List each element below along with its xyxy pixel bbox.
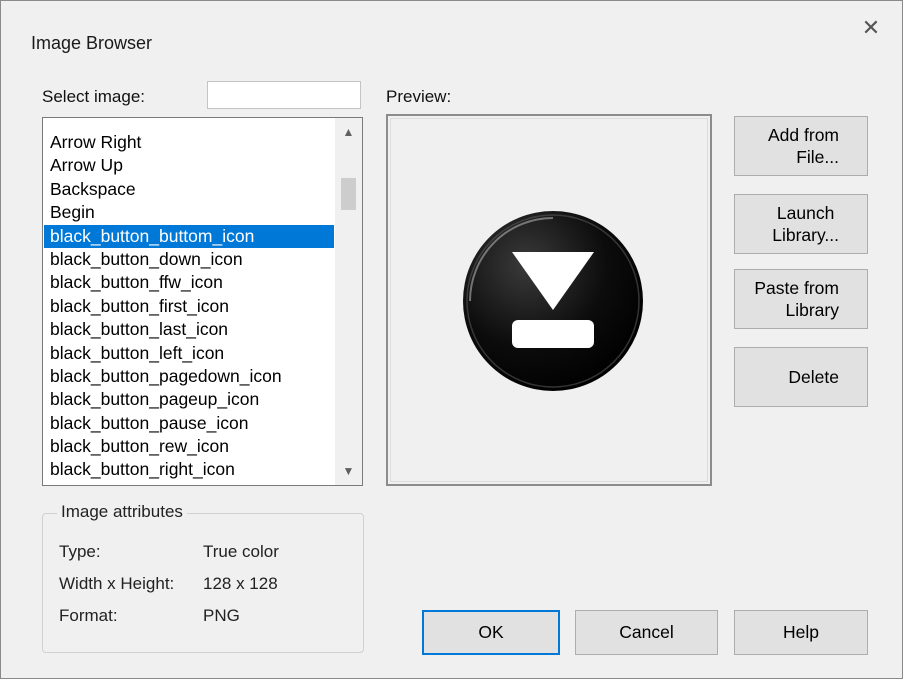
button-label-line1: Add from (768, 125, 839, 145)
list-item[interactable]: black_button_buttom_icon (44, 224, 334, 248)
list-item[interactable]: Arrow Up (44, 154, 334, 177)
type-label: Type: (59, 542, 101, 561)
ok-button[interactable]: OK (422, 610, 560, 655)
image-attributes-title: Image attributes (57, 502, 187, 522)
paste-from-library-button[interactable]: Paste from Library (734, 269, 868, 329)
list-item[interactable]: black_button_last_icon (44, 318, 334, 341)
cancel-button[interactable]: Cancel (575, 610, 718, 655)
button-label-line2: Library (785, 300, 840, 320)
add-from-file-button[interactable]: Add from File... (734, 116, 868, 176)
select-image-label: Select image: (42, 87, 145, 106)
close-icon[interactable]: ✕ (856, 13, 886, 43)
list-item[interactable]: Begin (44, 201, 334, 224)
list-scrollbar[interactable]: ▲ ▼ (335, 118, 362, 485)
image-list[interactable]: Arrow Right Arrow Up Backspace Begin black_b… (42, 117, 363, 486)
image-attributes-group: Image attributes Type: True color Width … (42, 502, 364, 653)
help-button[interactable]: Help (734, 610, 868, 655)
format-label: Format: (59, 606, 118, 625)
title-bar: Image Browser ✕ (1, 1, 902, 63)
button-label-line2: Library... (772, 225, 839, 245)
scroll-up-arrow-icon[interactable]: ▲ (335, 118, 362, 146)
list-item[interactable]: black_button_pause_icon (44, 412, 334, 435)
list-item[interactable]: Arrow Right (44, 131, 334, 154)
list-item[interactable]: black_button_pagedown_icon (44, 365, 334, 388)
preview-label: Preview: (386, 87, 452, 106)
image-browser-dialog: Image Browser ✕ Select image: Arrow Righ… (0, 0, 903, 679)
size-value: 128 x 128 (203, 574, 278, 593)
window-title: Image Browser (31, 33, 153, 53)
button-label-line1: Delete (788, 367, 839, 387)
black-button-bottom-icon (463, 211, 643, 391)
delete-button[interactable]: Delete (734, 347, 868, 407)
scroll-thumb[interactable] (341, 178, 356, 210)
list-item[interactable]: black_button_pageup_icon (44, 388, 334, 411)
preview-pane (386, 114, 712, 486)
launch-library-button[interactable]: Launch Library... (734, 194, 868, 254)
scroll-down-arrow-icon[interactable]: ▼ (335, 457, 362, 485)
format-value: PNG (203, 606, 240, 625)
image-list-items: Arrow Right Arrow Up Backspace Begin black_b… (44, 131, 334, 485)
list-item[interactable]: Backspace (44, 178, 334, 201)
button-label-line2: File... (796, 147, 839, 167)
list-item[interactable]: black_button_left_icon (44, 342, 334, 365)
type-value: True color (203, 542, 279, 561)
list-item[interactable]: black_button_rew_icon (44, 435, 334, 458)
list-item[interactable]: black_button_ffw_icon (44, 271, 334, 294)
list-item[interactable]: black_button_down_icon (44, 248, 334, 271)
button-label-line1: Launch (776, 203, 835, 223)
list-item[interactable]: black_button_right_icon (44, 458, 334, 481)
button-label-line1: Paste from (754, 278, 839, 298)
list-item[interactable]: black_button_first_icon (44, 295, 334, 318)
list-item[interactable]: black_button_stop_icon (44, 482, 334, 485)
image-filter-input[interactable] (207, 81, 361, 109)
size-label: Width x Height: (59, 574, 175, 593)
